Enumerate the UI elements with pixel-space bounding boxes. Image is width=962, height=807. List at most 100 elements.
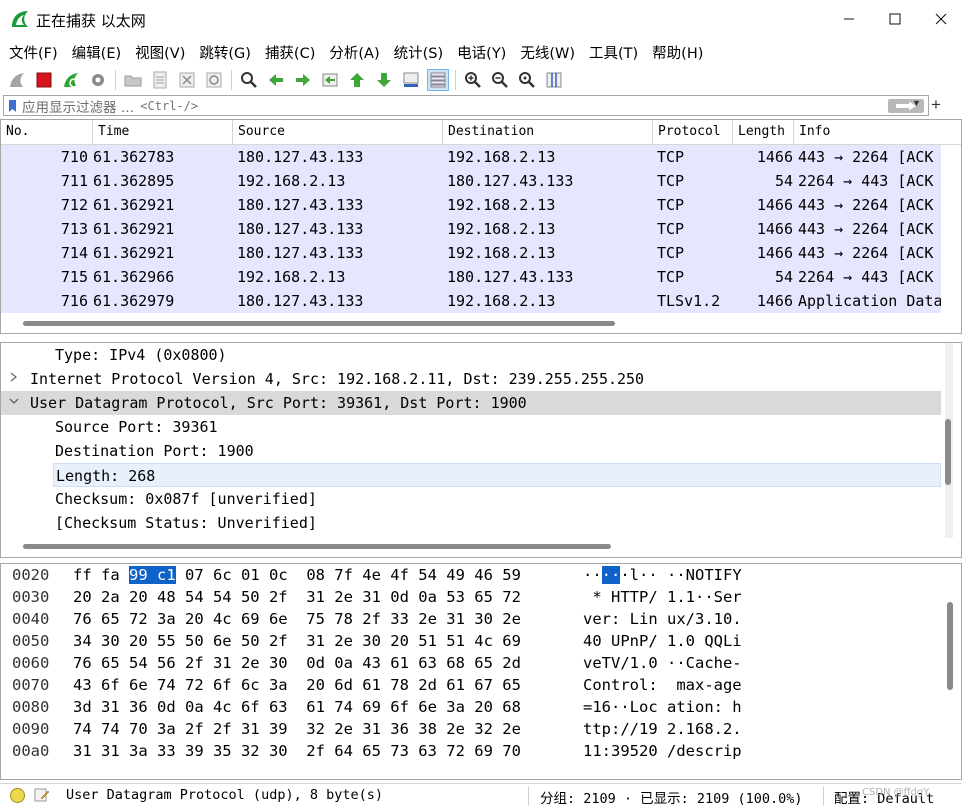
bytes-hex[interactable]: 31 31 3a 33 39 35 32 30 2f 64 65 73 63 7… [73,740,521,762]
packet-row[interactable]: 715 61.362966 192.168.2.13 180.127.43.13… [1,265,941,289]
open-file-button[interactable] [122,69,144,91]
column-header-protocol[interactable]: Protocol [653,120,733,144]
bytes-hex[interactable]: 20 2a 20 48 54 54 50 2f 31 2e 31 0d 0a 5… [73,586,521,608]
bytes-hex[interactable]: 76 65 54 56 2f 31 2e 30 0d 0a 43 61 63 6… [73,652,521,674]
colorize-button[interactable] [427,69,449,91]
minimize-button[interactable] [826,0,872,38]
detail-row[interactable]: [Checksum Status: Unverified] [1,511,941,535]
go-to-packet-button[interactable] [319,69,341,91]
packet-row[interactable]: 712 61.362921 180.127.43.133 192.168.2.1… [1,193,941,217]
menu-file[interactable]: 文件(F) [3,42,64,63]
close-file-button[interactable] [176,69,198,91]
packet-destination: 180.127.43.133 [447,172,574,190]
detail-row[interactable]: Checksum: 0x087f [unverified] [1,487,941,511]
zoom-out-button[interactable] [489,69,511,91]
packet-time: 61.362921 [93,244,175,262]
start-capture-button[interactable] [6,69,28,91]
capture-options-button[interactable] [87,69,109,91]
packet-protocol: TCP [657,172,685,190]
menu-analyze[interactable]: 分析(A) [323,42,385,63]
bytes-vscrollbar[interactable] [947,602,953,690]
go-forward-button[interactable] [292,69,314,91]
packet-source: 180.127.43.133 [237,220,364,238]
zoom-reset-button[interactable] [516,69,538,91]
packet-row[interactable]: 716 61.362979 180.127.43.133 192.168.2.1… [1,289,941,313]
filter-bookmark-button[interactable] [4,96,20,115]
menu-edit[interactable]: 编辑(E) [66,42,127,63]
menu-telephony[interactable]: 电话(Y) [451,42,512,63]
bytes-hex[interactable]: 76 65 72 3a 20 4c 69 6e 75 78 2f 33 2e 3… [73,608,521,630]
packet-time: 61.362895 [93,172,175,190]
packet-row[interactable]: 711 61.362895 192.168.2.13 180.127.43.13… [1,169,941,193]
bytes-ascii[interactable]: =16··Loc ation: h [583,696,742,718]
menu-help[interactable]: 帮助(H) [646,42,709,63]
packet-row[interactable]: 714 61.362921 180.127.43.133 192.168.2.1… [1,241,941,265]
packet-length: 1466 [756,148,793,166]
menu-capture[interactable]: 捕获(C) [259,42,321,63]
bytes-hex[interactable]: 34 30 20 55 50 6e 50 2f 31 2e 30 20 51 5… [73,630,521,652]
bytes-hex[interactable]: ff fa 99 c1 07 6c 01 0c 08 7f 4e 4f 54 4… [73,564,521,586]
expert-info-led-icon[interactable] [10,788,25,803]
find-packet-button[interactable] [238,69,260,91]
bytes-hex[interactable]: 74 74 70 3a 2f 2f 31 39 32 2e 31 36 38 2… [73,718,521,740]
close-file-icon [179,72,195,88]
details-vscrollbar[interactable] [945,419,951,485]
collapse-arrow-icon[interactable] [9,391,19,415]
packet-protocol: TCP [657,196,685,214]
column-header-time[interactable]: Time [93,120,233,144]
capture-comment-icon[interactable] [34,787,50,803]
bytes-ascii[interactable]: ttp://19 2.168.2. [583,718,742,740]
detail-row[interactable]: User Datagram Protocol, Src Port: 39361,… [1,391,941,415]
menu-go[interactable]: 跳转(G) [193,42,257,63]
menu-view[interactable]: 视图(V) [129,42,191,63]
bytes-hex-highlight: 99 c1 [129,566,176,584]
column-header-length[interactable]: Length [733,120,794,144]
close-button[interactable] [918,0,962,38]
column-header-info[interactable]: Info [794,120,961,144]
maximize-button[interactable] [872,0,918,38]
detail-row[interactable]: Internet Protocol Version 4, Src: 192.16… [1,367,941,391]
menu-statistics[interactable]: 统计(S) [388,42,450,63]
resize-columns-button[interactable] [543,69,565,91]
first-packet-button[interactable] [346,69,368,91]
bytes-ascii[interactable]: Control: max-age [583,674,742,696]
packet-source: 180.127.43.133 [237,244,364,262]
bytes-ascii[interactable]: ver: Lin ux/3.10. [583,608,742,630]
packet-row[interactable]: 713 61.362921 180.127.43.133 192.168.2.1… [1,217,941,241]
display-filter-input[interactable] [134,97,888,114]
packet-list-hscrollbar[interactable] [23,321,615,326]
column-header-destination[interactable]: Destination [443,120,653,144]
close-icon [935,13,947,25]
expand-arrow-icon[interactable] [9,367,18,391]
details-hscrollbar[interactable] [23,544,611,549]
menu-wireless[interactable]: 无线(W) [514,42,581,63]
autoscroll-button[interactable] [400,69,422,91]
bytes-offset: 0060 [12,654,50,672]
detail-row[interactable]: Destination Port: 1900 [1,439,941,463]
packet-row[interactable]: 710 61.362783 180.127.43.133 192.168.2.1… [1,145,941,169]
bytes-ascii[interactable]: ·····l·· ··NOTIFY [583,564,742,586]
menu-tools[interactable]: 工具(T) [583,42,644,63]
detail-row[interactable]: Source Port: 39361 [1,415,941,439]
last-packet-button[interactable] [373,69,395,91]
detail-row-selected[interactable]: Length: 268 [53,463,941,487]
column-header-no[interactable]: No. [1,120,93,144]
restart-icon [64,73,79,88]
packet-protocol: TCP [657,244,685,262]
zoom-in-button[interactable] [462,69,484,91]
stop-capture-button[interactable] [33,69,55,91]
add-filter-button[interactable]: + [931,95,941,115]
bytes-ascii[interactable]: veTV/1.0 ··Cache- [583,652,742,674]
restart-capture-button[interactable] [60,69,82,91]
save-file-button[interactable] [149,69,171,91]
bytes-ascii[interactable]: 11:39520 /descrip [583,740,742,762]
detail-row[interactable]: Type: IPv4 (0x0800) [1,343,941,367]
go-back-button[interactable] [265,69,287,91]
filter-dropdown-icon[interactable]: ▼ [912,98,921,108]
bytes-hex[interactable]: 43 6f 6e 74 72 6f 6c 3a 20 6d 61 78 2d 6… [73,674,521,696]
reload-file-button[interactable] [203,69,225,91]
column-header-source[interactable]: Source [233,120,443,144]
bytes-ascii[interactable]: 40 UPnP/ 1.0 QQLi [583,630,742,652]
bytes-ascii[interactable]: * HTTP/ 1.1··Ser [583,586,741,608]
bytes-hex[interactable]: 3d 31 36 0d 0a 4c 6f 63 61 74 69 6f 6e 3… [73,696,521,718]
